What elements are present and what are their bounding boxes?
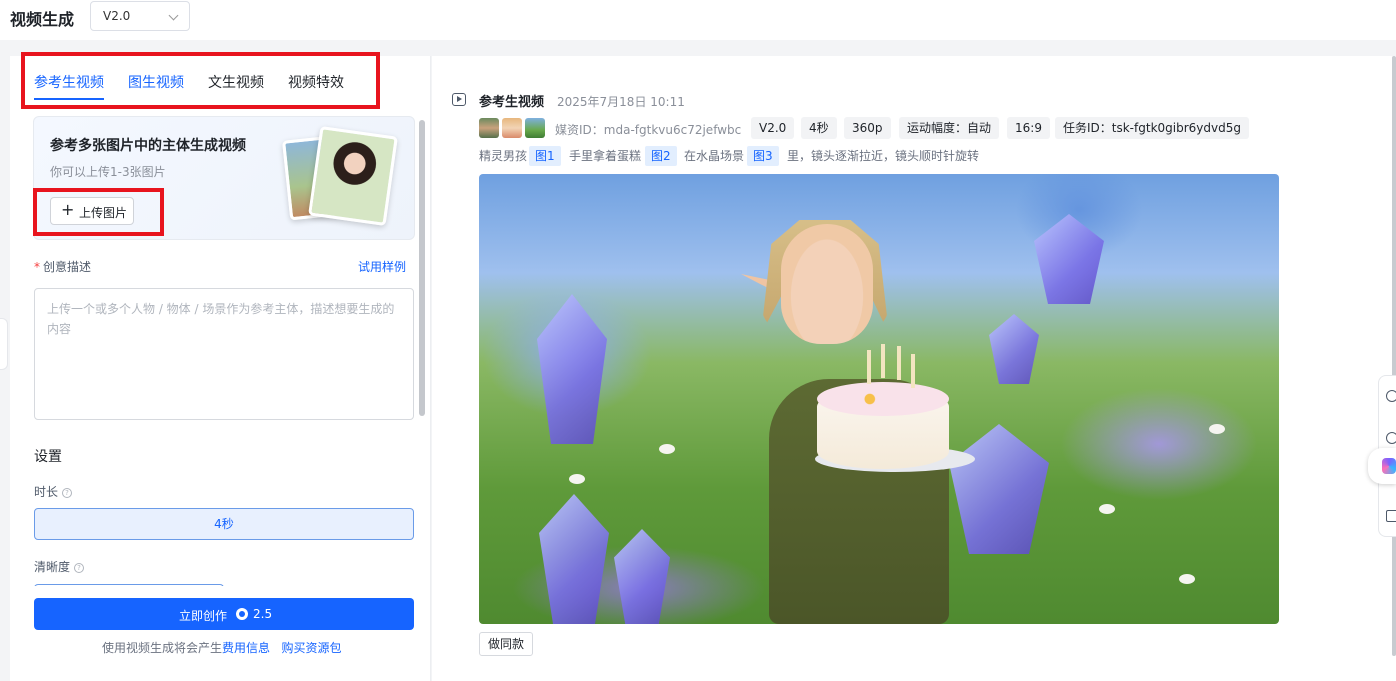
create-cost: 2.5	[253, 607, 273, 621]
buy-package-link[interactable]: 购买资源包	[281, 641, 341, 655]
tab-image-to-video[interactable]: 图生视频	[128, 72, 184, 92]
top-bar: 视频生成 V2.0	[0, 0, 1396, 40]
tab-reference-video[interactable]: 参考生视频	[34, 72, 104, 92]
tag-motion: 运动幅度：自动	[899, 117, 1000, 139]
flower	[1099, 504, 1115, 514]
tag-task-id: 任务ID：tsk-fgtk0gibr6ydvd5g	[1055, 117, 1249, 139]
right-scrollbar[interactable]	[1392, 56, 1396, 656]
grid-icon[interactable]	[1386, 510, 1396, 522]
page-title: 视频生成	[10, 10, 75, 29]
duration-option-4s[interactable]: 4秒	[34, 508, 414, 540]
flower	[569, 474, 585, 484]
form-scroll-area: 参考多张图片中的主体生成视频 你可以上传1-3张图片 + 上传图片 * 创意描述 …	[10, 112, 431, 586]
candle	[867, 350, 871, 384]
candle	[881, 344, 885, 378]
sample-photos	[282, 126, 398, 226]
result-panel: 参考生视频 2025年7月18日 10:11 媒资ID：mda-fgtkvu6c…	[432, 56, 1396, 681]
crystal-bottom-left-2	[614, 529, 670, 624]
left-panel: 参考生视频 图生视频 文生视频 视频特效 参考多张图片中的主体生成视频 你可以上…	[10, 52, 431, 681]
active-tab-indicator	[34, 98, 104, 100]
task-time: 2025年7月18日 10:11	[557, 95, 685, 109]
sample-photo-front	[308, 126, 398, 226]
cake-top	[817, 382, 949, 416]
description-placeholder: 上传一个或多个人物 / 物体 / 场景作为参考主体，描述想要生成的内容	[47, 302, 395, 336]
task-title: 参考生视频	[479, 95, 545, 110]
reference-thumb-2[interactable]	[502, 118, 522, 138]
flower	[1179, 574, 1195, 584]
reference-thumb-3[interactable]	[525, 118, 545, 138]
crystal-right	[949, 424, 1049, 554]
tag-resolution: 360p	[844, 117, 891, 139]
tag-version: V2.0	[751, 117, 795, 139]
fee-info-link[interactable]: 费用信息	[222, 641, 270, 655]
chevron-down-icon	[168, 10, 179, 21]
prompt-ref-2: 图2	[645, 146, 677, 166]
video-play-icon	[452, 93, 466, 106]
make-same-button[interactable]: 做同款	[479, 632, 534, 656]
reference-card-title: 参考多张图片中的主体生成视频	[50, 138, 246, 154]
crystal-left	[537, 294, 607, 444]
create-label: 立即创作	[179, 609, 228, 623]
prompt-ref-1: 图1	[529, 146, 561, 166]
version-select[interactable]: V2.0	[90, 1, 190, 31]
description-textarea[interactable]: 上传一个或多个人物 / 物体 / 场景作为参考主体，描述想要生成的内容	[34, 288, 414, 420]
version-value: V2.0	[103, 9, 131, 23]
media-id: 媒资ID：mda-fgtkvu6c72jefwbc	[555, 123, 742, 137]
favorite-icon[interactable]	[1386, 390, 1396, 402]
create-now-button[interactable]: 立即创作 2.5	[34, 598, 414, 630]
collapse-handle[interactable]	[0, 318, 8, 370]
tag-ratio: 16:9	[1007, 117, 1050, 139]
candle	[911, 354, 915, 388]
description-label: * 创意描述	[34, 260, 92, 274]
highlight-box-upload	[33, 188, 164, 236]
help-icon[interactable]	[1386, 432, 1396, 444]
resolution-option[interactable]	[34, 584, 224, 586]
tab-video-effects[interactable]: 视频特效	[288, 72, 344, 92]
prompt-ref-3: 图3	[747, 146, 779, 166]
crystal-bottom-left	[539, 494, 609, 624]
reference-card-subtitle: 你可以上传1-3张图片	[50, 165, 166, 179]
coin-icon	[236, 608, 248, 620]
question-circle-icon[interactable]: ?	[62, 487, 73, 498]
assistant-logo-icon[interactable]	[1368, 448, 1396, 484]
boy-face	[781, 224, 873, 344]
resolution-label: 清晰度?	[34, 558, 85, 575]
crystal-right-small	[989, 314, 1039, 384]
tag-duration: 4秒	[801, 117, 837, 139]
fee-note: 使用视频生成将会产生费用信息 购买资源包	[102, 641, 342, 655]
crystal-back-right	[1034, 214, 1104, 304]
question-circle-icon[interactable]: ?	[74, 562, 85, 573]
flower	[1209, 424, 1225, 434]
try-example-link[interactable]: 试用样例	[358, 258, 406, 275]
settings-title: 设置	[34, 449, 62, 465]
candle	[897, 346, 901, 380]
flower	[659, 444, 675, 454]
left-scrollbar[interactable]	[419, 120, 425, 416]
reference-thumb-1[interactable]	[479, 118, 499, 138]
tab-text-to-video[interactable]: 文生视频	[208, 72, 264, 92]
generated-video[interactable]	[479, 174, 1279, 624]
duration-label: 时长?	[34, 483, 73, 500]
